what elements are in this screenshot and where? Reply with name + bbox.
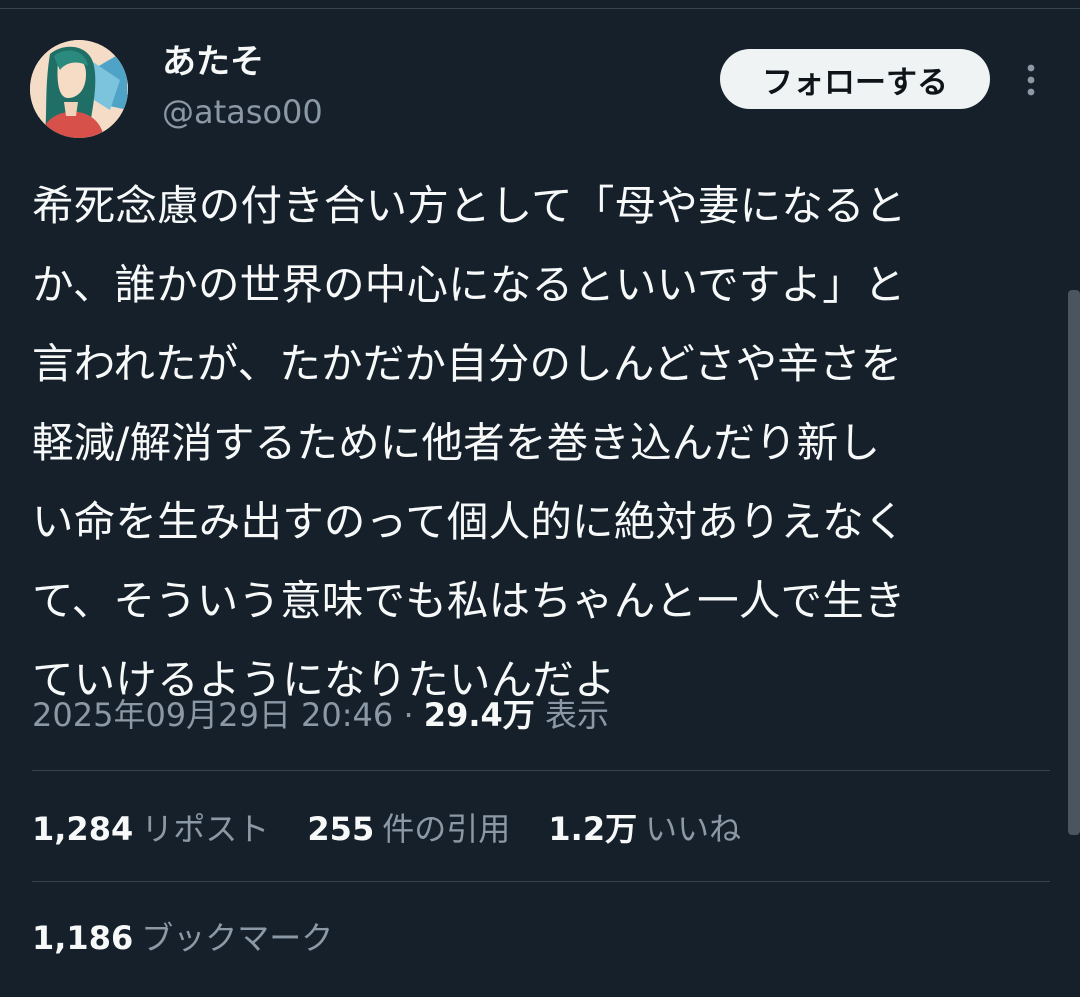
top-divider [0, 8, 1080, 9]
bookmarks-stat[interactable]: 1,186 ブックマーク [32, 913, 333, 963]
quotes-count: 255 [307, 810, 375, 848]
tweet-text-line: 軽減/解消するために他者を巻き込んだり新し [32, 418, 881, 467]
quotes-label: 件の引用 [382, 810, 511, 848]
follow-button[interactable]: フォローする [720, 49, 990, 109]
avatar[interactable] [30, 40, 128, 138]
divider [32, 881, 1050, 882]
tweet-text-line: か、誰かの世界の中心になるといいですよ」と [32, 260, 906, 309]
more-options-button[interactable] [1014, 60, 1048, 100]
tweet-text-line: い命を生み出すのって個人的に絶対ありえなく [32, 497, 906, 546]
reposts-count: 1,284 [32, 810, 134, 848]
divider [32, 770, 1050, 771]
bookmarks-count: 1,186 [32, 919, 134, 957]
likes-label: いいね [645, 810, 742, 848]
more-vertical-icon [1027, 64, 1035, 96]
tweet-text-line: て、そういう意味でも私はちゃんと一人で生き [32, 576, 906, 625]
views-count: 29.4万 [423, 696, 535, 734]
tweet-meta: 2025年09月29日 20:46 · 29.4万 表示 [32, 690, 609, 740]
reposts-stat[interactable]: 1,284 リポスト [32, 804, 269, 854]
likes-count: 1.2万 [548, 810, 638, 848]
likes-stat[interactable]: 1.2万 いいね [548, 804, 741, 854]
avatar-illustration [30, 40, 128, 138]
bookmarks-label: ブックマーク [141, 919, 334, 957]
user-handle[interactable]: @ataso00 [162, 90, 323, 134]
follow-button-label: フォローする [762, 64, 948, 101]
engagement-stats: 1,284 リポスト 255 件の引用 1.2万 いいね [32, 804, 769, 854]
tweet-text-line: 希死念慮の付き合い方として「母や妻になると [32, 181, 907, 230]
scrollbar[interactable] [1068, 290, 1080, 835]
views-label: 表示 [544, 696, 609, 734]
tweet-text: 希死念慮の付き合い方として「母や妻になると か、誰かの世界の中心になるといいです… [32, 166, 1037, 719]
display-name[interactable]: あたそ [162, 40, 264, 84]
timestamp[interactable]: 2025年09月29日 20:46 [32, 696, 393, 734]
meta-separator: · [403, 696, 414, 734]
reposts-label: リポスト [141, 810, 270, 848]
tweet-text-line: 言われたが、たかだか自分のしんどさや辛さを [32, 339, 903, 388]
quotes-stat[interactable]: 255 件の引用 [307, 804, 510, 854]
